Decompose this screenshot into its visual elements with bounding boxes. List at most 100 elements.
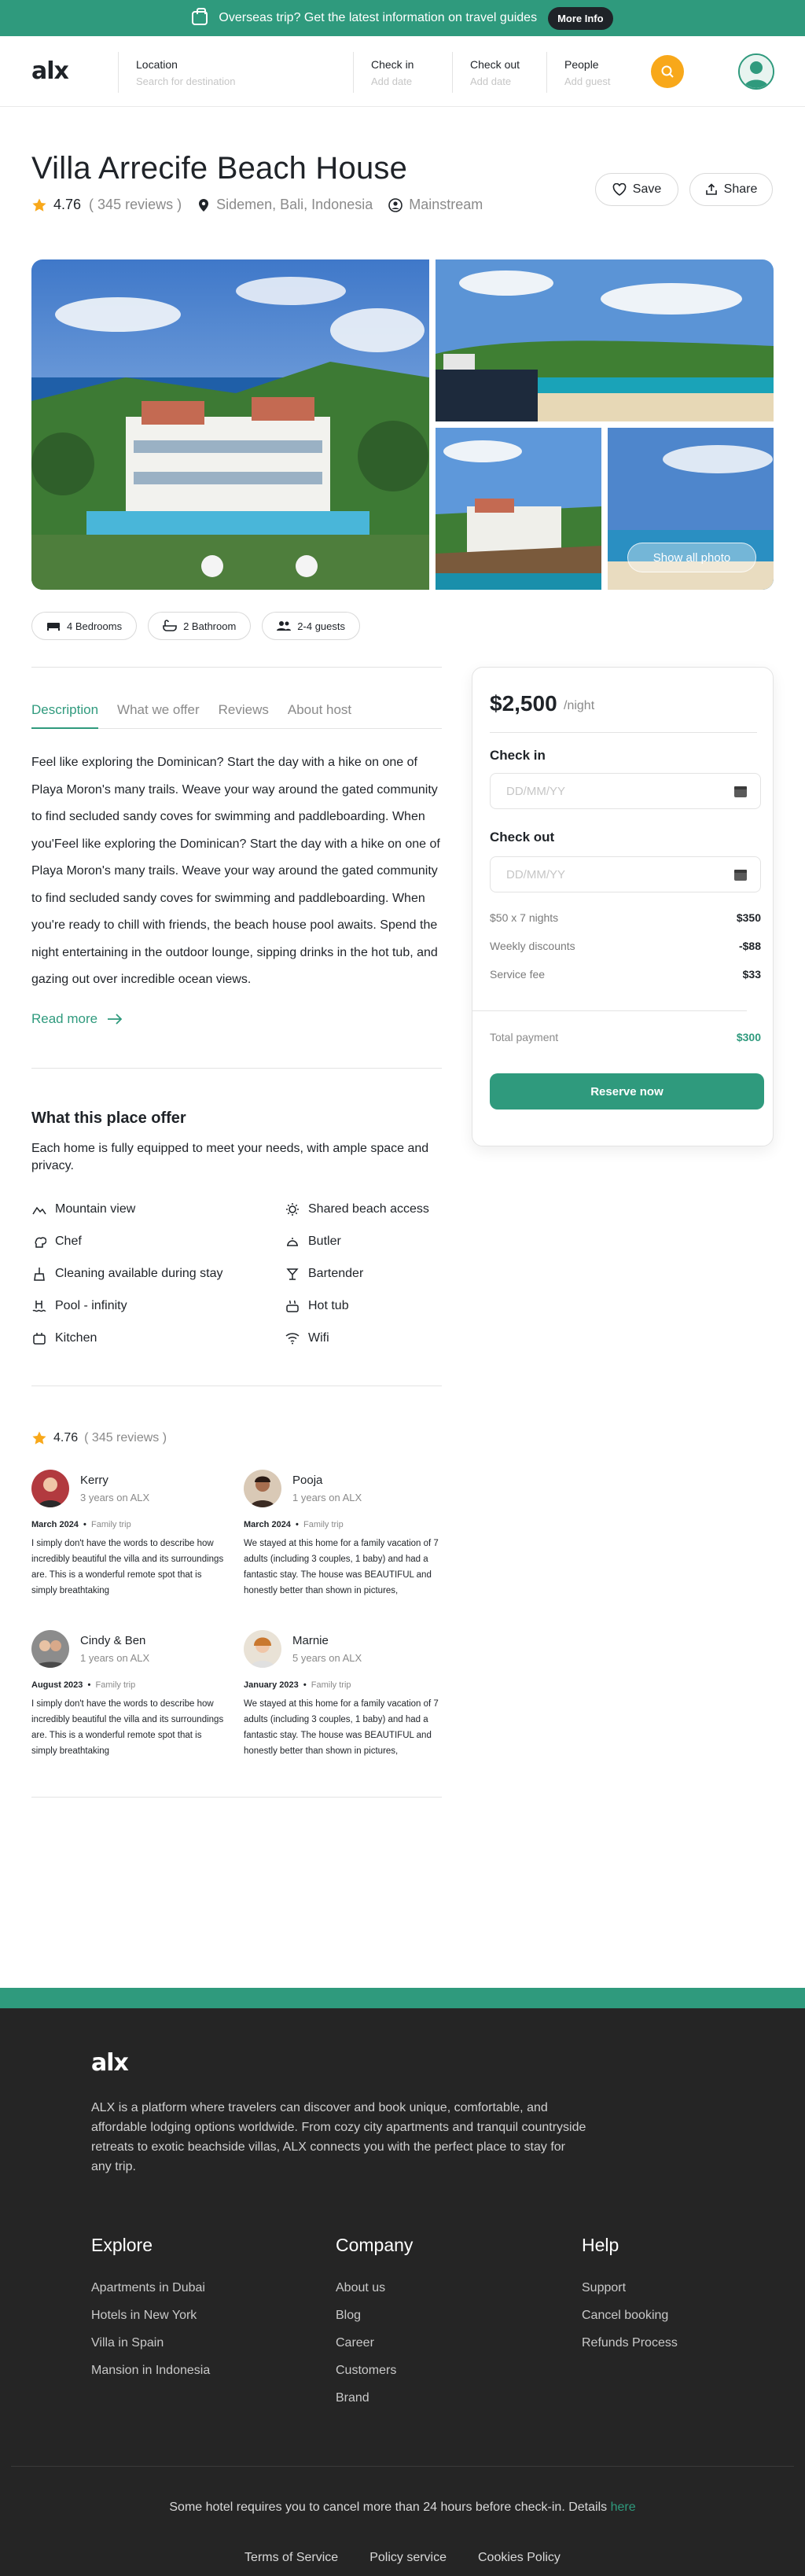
location-field[interactable]: Location Search for destination — [118, 52, 354, 93]
avatar — [31, 1629, 69, 1668]
total-value: $300 — [736, 1031, 761, 1043]
checkin-label: Check in — [371, 57, 414, 71]
listing-meta: 4.76 ( 345 reviews ) Sidemen, Bali, Indo… — [31, 197, 483, 213]
avatar — [244, 1629, 281, 1668]
price-line-value: -$88 — [738, 940, 761, 952]
more-info-button[interactable]: More Info — [548, 6, 613, 30]
review-card: Marnie 5 years on ALX January 2023 • Fami… — [244, 1629, 440, 1759]
divider — [31, 1067, 442, 1069]
cleaning-icon — [31, 1266, 47, 1282]
save-button[interactable]: Save — [595, 173, 678, 206]
location-label: Location — [136, 57, 178, 71]
checkout-date-input[interactable]: DD/MM/YY — [490, 856, 761, 892]
footer-link[interactable]: Villa in Spain — [91, 2336, 210, 2350]
details-link[interactable]: here — [611, 2501, 636, 2514]
footer-link[interactable]: Career — [336, 2336, 413, 2350]
footer-logo[interactable]: alx — [91, 2049, 129, 2077]
checkout-field[interactable]: Check out Add date — [453, 52, 547, 93]
footer-link[interactable]: Refunds Process — [582, 2336, 678, 2350]
bathroom-label: 2 Bathroom — [183, 620, 237, 632]
footer-link[interactable]: Support — [582, 2281, 678, 2295]
bed-icon — [47, 623, 60, 631]
footer-link[interactable]: About us — [336, 2281, 413, 2295]
checkin-placeholder: Add date — [371, 75, 413, 87]
people-label: People — [564, 57, 599, 71]
tab-what-we-offer[interactable]: What we offer — [117, 702, 200, 729]
reviewer-tenure: 3 years on ALX — [80, 1491, 150, 1503]
photo-2[interactable] — [436, 259, 774, 421]
reviewer-name: Marnie — [292, 1633, 329, 1647]
search-icon — [661, 65, 674, 78]
policy-link[interactable]: Policy service — [369, 2551, 447, 2565]
checkout-label: Check out — [490, 830, 555, 845]
pool-icon — [31, 1298, 47, 1314]
footer-link[interactable]: Hotels in New York — [91, 2309, 210, 2323]
footer: alx ALX is a platform where travelers ca… — [0, 1988, 805, 2576]
footer-link[interactable]: Apartments in Dubai — [91, 2281, 210, 2295]
villa-photo — [31, 259, 429, 590]
share-button[interactable]: Share — [689, 173, 773, 206]
description-text: Feel like exploring the Dominican? Start… — [31, 756, 440, 986]
amenity-item: Butler — [285, 1234, 442, 1249]
checkin-date-input[interactable]: DD/MM/YY — [490, 773, 761, 809]
tab-about-host[interactable]: About host — [288, 702, 351, 729]
listing-location: Sidemen, Bali, Indonesia — [216, 197, 373, 212]
tab-reviews[interactable]: Reviews — [219, 702, 269, 729]
search-button[interactable] — [651, 55, 684, 88]
butler-icon — [285, 1234, 300, 1249]
footer-link[interactable]: Blog — [336, 2309, 413, 2323]
footer-link[interactable]: Customers — [336, 2364, 413, 2378]
chef-hat-icon — [31, 1234, 47, 1249]
review-text: We stayed at this home for a family vaca… — [244, 1538, 439, 1595]
amenity-label: Bartender — [308, 1266, 364, 1280]
reserve-button[interactable]: Reserve now — [490, 1073, 764, 1110]
read-more-label: Read more — [31, 1010, 98, 1026]
price-line-label: Weekly discounts — [490, 940, 575, 952]
cookies-link[interactable]: Cookies Policy — [478, 2551, 561, 2565]
people-field[interactable]: People Add guest — [547, 52, 637, 93]
show-all-photos-button[interactable]: Show all photo — [627, 543, 756, 572]
main-content: Description What we offer Reviews About … — [0, 667, 805, 1988]
terms-link[interactable]: Terms of Service — [244, 2551, 338, 2565]
footer-help-title: Help — [582, 2235, 619, 2255]
coast-photo — [436, 428, 601, 590]
review-count[interactable]: ( 345 reviews ) — [89, 197, 182, 213]
checkin-field[interactable]: Check in Add date — [354, 52, 453, 93]
nightly-price: $2,500 — [490, 691, 557, 716]
price-line-value: $33 — [742, 968, 761, 981]
amenity-label: Pool - infinity — [55, 1298, 127, 1312]
divider — [472, 1010, 747, 1011]
footer-link[interactable]: Brand — [336, 2391, 413, 2405]
user-avatar-button[interactable] — [738, 53, 774, 90]
listing-category: Mainstream — [409, 197, 483, 212]
booking-card: $2,500 /night Check in DD/MM/YY Check ou… — [472, 667, 774, 1146]
amenity-label: Hot tub — [308, 1298, 349, 1312]
main-photo[interactable] — [31, 259, 429, 590]
photo-3[interactable] — [436, 428, 601, 590]
reviewer-name: Cindy & Ben — [80, 1633, 146, 1647]
reviewer-tenure: 1 years on ALX — [292, 1491, 362, 1503]
amenities-section: What this place offer Each home is fully… — [31, 1110, 442, 1346]
save-label: Save — [632, 182, 662, 196]
tab-description[interactable]: Description — [31, 702, 99, 729]
review-date: March 2024 — [31, 1519, 79, 1529]
calendar-icon — [734, 786, 747, 797]
footer-link[interactable]: Mansion in Indonesia — [91, 2364, 210, 2378]
read-more-link[interactable]: Read more — [31, 1011, 442, 1027]
footer-company-title: Company — [336, 2235, 414, 2255]
listing-header: Villa Arrecife Beach House 4.76 ( 345 re… — [0, 107, 805, 259]
search-bar: Location Search for destination Check in… — [118, 52, 637, 93]
amenity-label: Kitchen — [55, 1330, 97, 1345]
review-card: Cindy & Ben 1 years on ALX August 2023 • … — [31, 1629, 244, 1759]
review-card: Pooja 1 years on ALX March 2024 • Family … — [244, 1469, 440, 1599]
logo[interactable]: alx — [31, 57, 110, 85]
amenity-item: Shared beach access — [285, 1202, 442, 1217]
bedrooms-label: 4 Bedrooms — [67, 620, 123, 632]
bedrooms-chip: 4 Bedrooms — [31, 612, 138, 640]
footer-link[interactable]: Cancel booking — [582, 2309, 678, 2323]
location-placeholder: Search for destination — [136, 75, 236, 87]
promo-banner: Overseas trip? Get the latest informatio… — [0, 0, 805, 36]
footer-explore: Explore Apartments in Dubai Hotels in Ne… — [91, 2235, 210, 2391]
price-line-value: $350 — [736, 911, 761, 924]
reviews-summary: 4.76 ( 345 reviews ) — [31, 1430, 442, 1446]
